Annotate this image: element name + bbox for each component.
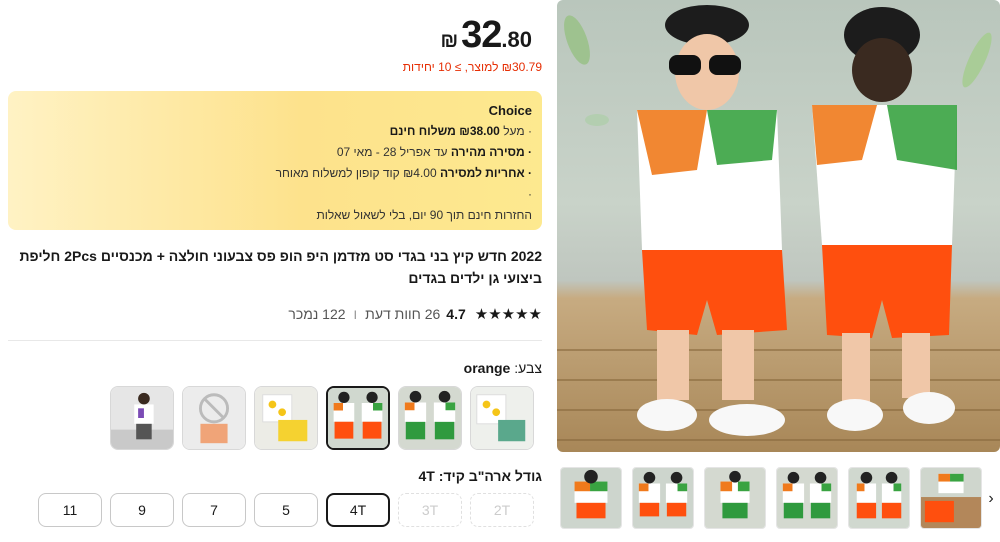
fast-delivery-label: · מסירה מהירה: [450, 145, 532, 159]
size-label: גודל ארה"ב קיד: 4T: [418, 468, 542, 484]
color-label-text: צבע:: [514, 360, 542, 376]
unit-price: ₪30.79 למוצר, ≥ 10 יחידות: [402, 60, 542, 74]
delivery-guarantee-label: · אחריות למסירה: [439, 166, 532, 180]
delivery-guarantee-line: · אחריות למסירה ₪4.00 קוד קופון למשלוח מ…: [18, 163, 532, 184]
fast-delivery-line: · מסירה מהירה עד אפריל 28 - מאי 07: [18, 142, 532, 163]
main-product-image[interactable]: [557, 0, 1000, 452]
sold-count: 122 נמכר: [288, 306, 346, 322]
reviews-count[interactable]: 26 חוות דעת: [365, 306, 440, 322]
delivery-guarantee-text: ₪4.00 קוד קופון למשלוח מאוחר: [275, 166, 440, 180]
product-title: 2022 חדש קיץ בני בגדי סט מזדמן היפ הופ פ…: [19, 248, 542, 286]
product-info: ₪ 32 .80 ₪30.79 למוצר, ≥ 10 יחידות Choic…: [8, 0, 542, 542]
fast-delivery-dates: עד אפריל 28 - מאי 07: [336, 145, 451, 159]
price-fraction: .80: [501, 27, 532, 52]
color-label: צבע: orange: [464, 360, 542, 376]
free-shipping-prefix: · מעל: [499, 124, 532, 138]
size-option-4t[interactable]: 4T: [326, 493, 390, 527]
rating-separator: ו: [353, 306, 358, 322]
color-swatch-selected[interactable]: [326, 386, 390, 450]
size-option-3t[interactable]: 3T: [398, 493, 462, 527]
selected-color: orange: [463, 360, 511, 376]
color-swatch[interactable]: [254, 386, 318, 450]
price: ₪ 32 .80: [440, 14, 532, 57]
gallery-thumbnail[interactable]: [560, 467, 622, 529]
size-label-text: גודל ארה"ב קיד:: [438, 468, 542, 484]
price-integer: 32: [461, 14, 502, 56]
selected-size: 4T: [418, 468, 435, 484]
free-returns-line: החזרות חינם תוך 90 יום, בלי לשאול שאלות: [316, 208, 532, 222]
size-option-7[interactable]: 7: [182, 493, 246, 527]
choice-title: Choice: [488, 103, 532, 118]
gallery-thumbnail[interactable]: [848, 467, 910, 529]
product-gallery: ›: [557, 0, 1000, 542]
color-swatch[interactable]: [110, 386, 174, 450]
gallery-thumbnail[interactable]: [704, 467, 766, 529]
size-option-5[interactable]: 5: [254, 493, 318, 527]
bullet-line: ·: [528, 187, 532, 201]
gallery-thumbnails: ›: [557, 462, 1000, 532]
free-shipping-line: · מעל ₪38.00 משלוח חינם: [18, 121, 532, 142]
gallery-thumbnail[interactable]: [776, 467, 838, 529]
color-swatch[interactable]: [398, 386, 462, 450]
size-option-9[interactable]: 9: [110, 493, 174, 527]
price-currency: ₪: [440, 30, 459, 52]
size-option-2t[interactable]: 2T: [470, 493, 534, 527]
gallery-thumbnail[interactable]: [632, 467, 694, 529]
color-swatch-unavailable[interactable]: [182, 386, 246, 450]
choice-benefits-box[interactable]: Choice · מעל ₪38.00 משלוח חינם · מסירה מ…: [8, 91, 542, 230]
divider: [8, 340, 542, 341]
gallery-thumbnail[interactable]: [920, 467, 982, 529]
color-swatch[interactable]: [470, 386, 534, 450]
rating-row[interactable]: ★★★★★ 4.7 26 חוות דעת ו 122 נמכר: [288, 305, 542, 323]
rating-value: 4.7: [446, 306, 466, 322]
next-image-arrow-icon[interactable]: ›: [982, 482, 1000, 516]
free-shipping-text: ₪38.00 משלוח חינם: [389, 124, 500, 138]
rating-stars-icon: ★★★★★: [474, 306, 542, 323]
size-option-11[interactable]: 11: [38, 493, 102, 527]
